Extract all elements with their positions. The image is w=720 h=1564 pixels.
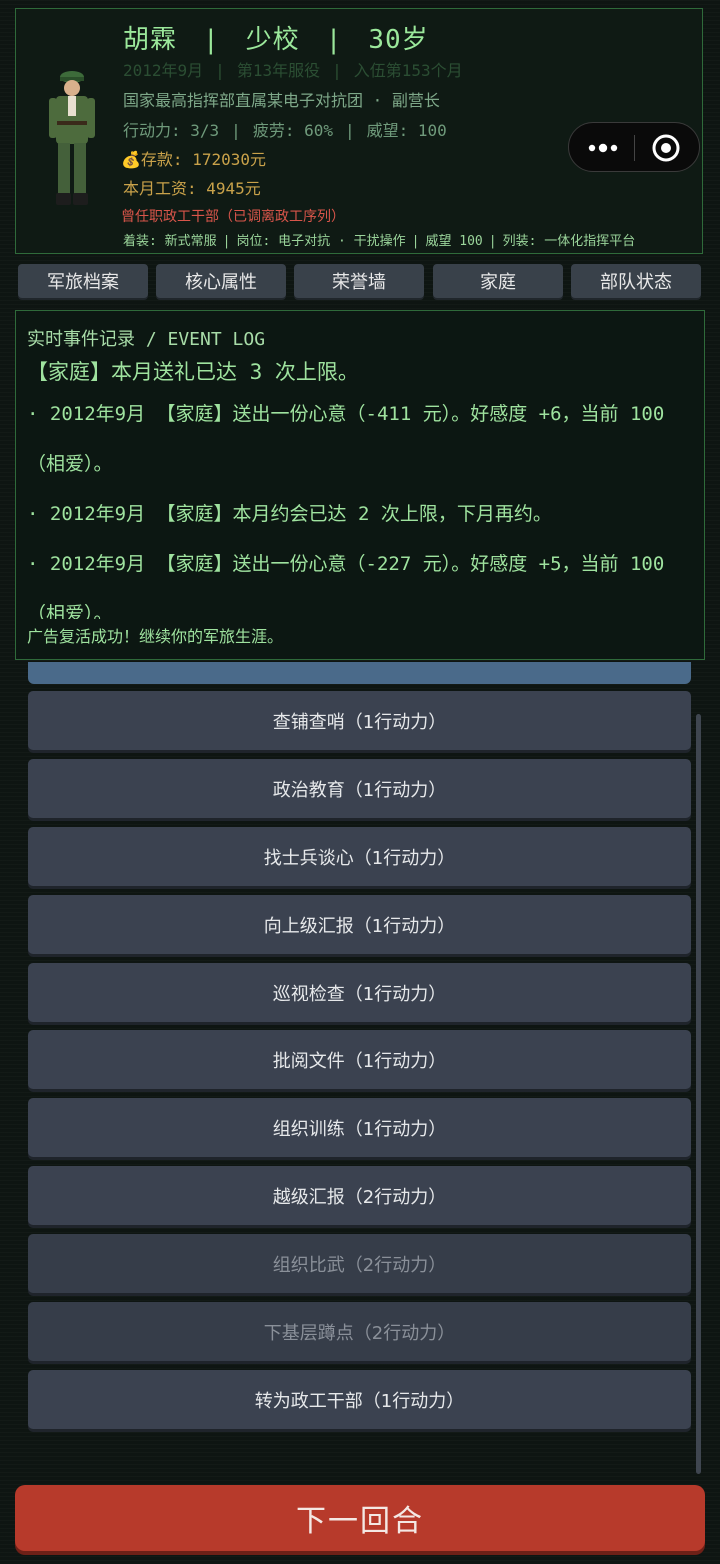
equipment-outfit: 着装: 新式常服 (123, 234, 217, 249)
action-review-documents-button[interactable]: 批阅文件（1行动力） (28, 1030, 691, 1089)
savings: 💰存款: 172030元 (121, 150, 266, 169)
officer-rank: 少校 (245, 25, 300, 55)
action-organize-contest-button[interactable]: 组织比武（2行动力） (28, 1234, 691, 1293)
action-skip-level-report-button[interactable]: 越级汇报（2行动力） (28, 1166, 691, 1225)
stats-line: 行动力: 3/3 | 疲劳: 60% | 威望: 100 (123, 121, 447, 140)
more-dots-icon[interactable] (583, 135, 623, 161)
soldier-avatar (46, 63, 98, 213)
tab-unit-status[interactable]: 部队状态 (571, 264, 701, 298)
action-organize-training-button[interactable]: 组织训练（1行动力） (28, 1098, 691, 1157)
monthly-salary: 本月工资: 4945元 (123, 179, 261, 198)
action-points: 行动力: 3/3 (123, 121, 220, 140)
event-log-title: 实时事件记录 / EVENT LOG (27, 329, 266, 350)
equipment-post: 岗位: 电子对抗 · 干扰操作 (236, 234, 406, 249)
soldier-icon (49, 71, 95, 205)
equipment-prestige: 威望 100 (425, 234, 483, 249)
tab-honor-wall[interactable]: 荣誉墙 (294, 264, 424, 298)
action-grassroots-stay-button[interactable]: 下基层蹲点（2行动力） (28, 1302, 691, 1361)
action-list-scrollbar[interactable] (696, 714, 701, 1474)
equipment-line: 着装: 新式常服 | 岗位: 电子对抗 · 干扰操作 | 威望 100 | 列装: 一体化指… (123, 234, 636, 249)
service-info: 2012年9月 | 第13年服役 | 入伍第153个月 (123, 61, 463, 80)
action-inspection-button[interactable]: 巡视检查（1行动力） (28, 963, 691, 1022)
unit-position: 国家最高指挥部直属某电子对抗团 · 副营长 (123, 91, 440, 110)
previous-post: 曾任职政工干部（已调离政工序列） (121, 209, 345, 225)
name-rank-age: 胡霖 | 少校 | 30岁 (123, 25, 429, 55)
tab-family[interactable]: 家庭 (433, 264, 563, 298)
equipment-gear: 列装: 一体化指挥平台 (502, 234, 636, 249)
event-log-footer: 广告复活成功！继续你的军旅生涯。 (27, 623, 284, 647)
next-turn-button[interactable]: 下一回合 (15, 1485, 705, 1551)
event-log-entry: · 2012年9月 【家庭】本月约会已达 2 次上限，下月再约。 (27, 503, 552, 525)
fatigue: 疲劳: 60% (252, 121, 333, 140)
service-year: 第13年服役 (236, 61, 321, 80)
action-list[interactable]: 查铺查哨（1行动力） 政治教育（1行动力） 找士兵谈心（1行动力） 向上级汇报（… (0, 662, 720, 1478)
action-report-superior-button[interactable]: 向上级汇报（1行动力） (28, 895, 691, 954)
action-bed-check-button[interactable]: 查铺查哨（1行动力） (28, 691, 691, 750)
enlisted-months: 入伍第153个月 (353, 61, 463, 80)
prestige: 威望: 100 (366, 121, 447, 140)
event-log-body[interactable]: 【家庭】本月送礼已达 3 次上限。 · 2012年9月 【家庭】送出一份心意（-… (27, 355, 693, 619)
event-log-entry: · 2012年9月 【家庭】送出一份心意（-227 元）。好感度 +5，当前 1… (27, 553, 665, 619)
action-political-education-button[interactable]: 政治教育（1行动力） (28, 759, 691, 818)
tab-service-record[interactable]: 军旅档案 (18, 264, 148, 298)
current-date: 2012年9月 (123, 61, 204, 80)
officer-name: 胡霖 (123, 25, 178, 55)
action-talk-soldier-button[interactable]: 找士兵谈心（1行动力） (28, 827, 691, 886)
scrolled-button-edge (28, 662, 691, 684)
tab-core-attributes[interactable]: 核心属性 (156, 264, 286, 298)
event-log-panel: 实时事件记录 / EVENT LOG 【家庭】本月送礼已达 3 次上限。 · 2… (15, 310, 705, 660)
officer-age: 30岁 (368, 25, 429, 55)
event-log-highlight: 【家庭】本月送礼已达 3 次上限。 (27, 360, 359, 384)
target-circle-icon[interactable] (651, 133, 681, 163)
tab-bar: 军旅档案 核心属性 荣誉墙 家庭 部队状态 (18, 264, 704, 300)
event-log-entry: · 2012年9月 【家庭】送出一份心意（-411 元）。好感度 +6，当前 1… (27, 403, 665, 475)
miniprogram-capsule (568, 122, 700, 172)
capsule-divider (634, 135, 635, 161)
action-become-political-officer-button[interactable]: 转为政工干部（1行动力） (28, 1370, 691, 1429)
